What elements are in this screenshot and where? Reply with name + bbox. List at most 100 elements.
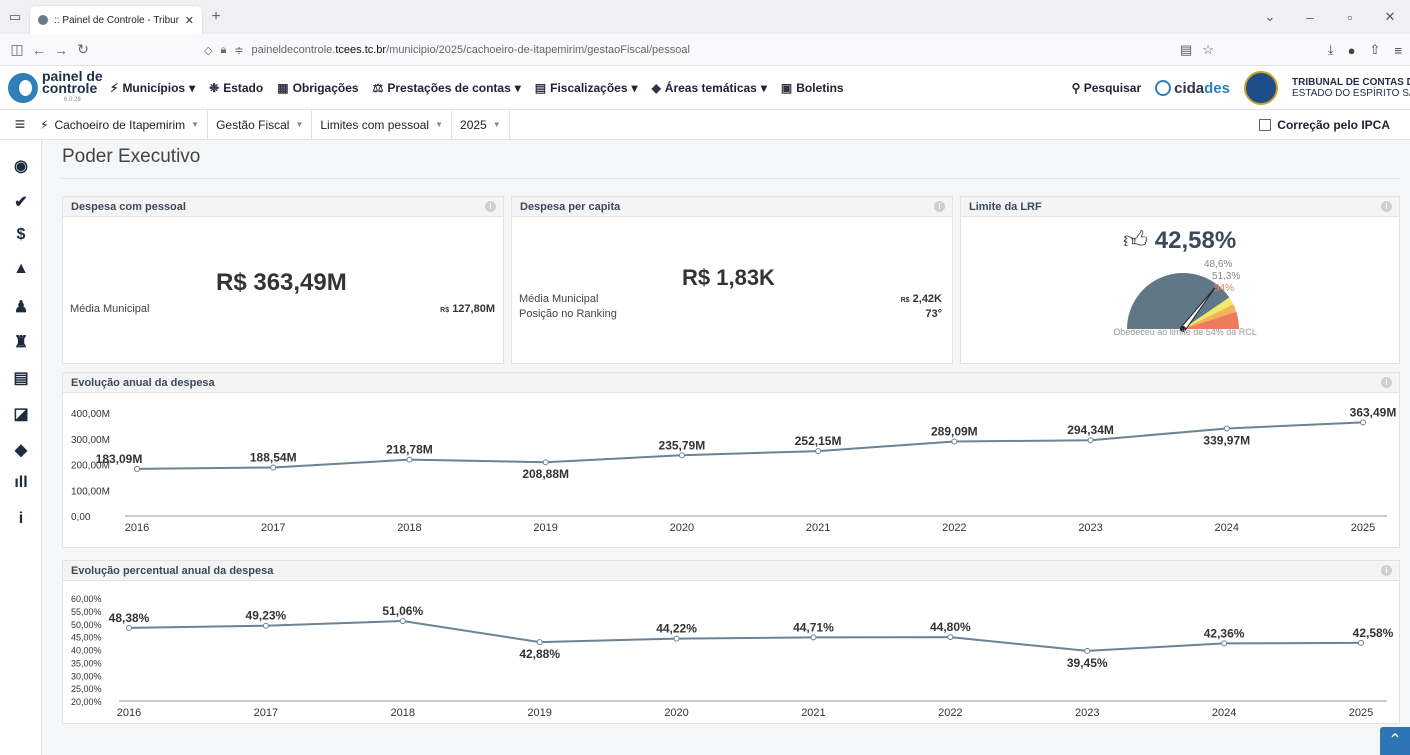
- edit-icon[interactable]: ◪: [0, 404, 42, 424]
- data-point[interactable]: [1360, 419, 1366, 426]
- filter-municipio-label: Cachoeiro de Itapemirim: [54, 117, 186, 132]
- data-point[interactable]: [815, 448, 822, 455]
- wand-icon: ⚡︎: [40, 117, 49, 132]
- share-icon[interactable]: ⇧: [1370, 42, 1381, 58]
- lrf-value-text: 42,58%: [1154, 227, 1237, 254]
- bookmark-star-icon[interactable]: ☆: [1202, 42, 1214, 58]
- data-label: 49,23%: [246, 609, 287, 623]
- data-point[interactable]: [1087, 437, 1094, 444]
- main-menu: ⚡︎ Municípios ▾ ❉ Estado ▦ Obrigações ⚖︎ Pres…: [110, 81, 844, 95]
- chevron-down-icon[interactable]: ⌄: [1250, 9, 1290, 25]
- person-icon[interactable]: ♟: [0, 297, 42, 317]
- document-icon[interactable]: ▤: [0, 368, 42, 388]
- ipca-checkbox[interactable]: [1259, 119, 1272, 131]
- back-icon[interactable]: ←: [28, 42, 50, 58]
- x-tick-label: 2016: [125, 522, 149, 534]
- menu-fiscalizacoes[interactable]: ▤ Fiscalizações ▾: [535, 81, 638, 95]
- data-point[interactable]: [126, 624, 132, 631]
- data-point[interactable]: [951, 438, 958, 445]
- filter-tema[interactable]: Limites com pessoal ▼: [312, 109, 453, 140]
- forward-icon[interactable]: →: [50, 42, 72, 58]
- x-tick-label: 2021: [806, 522, 830, 534]
- trophy-icon[interactable]: ♜: [0, 332, 42, 352]
- close-window-icon[interactable]: ✕: [1370, 9, 1410, 25]
- cidades-logo[interactable]: cida des: [1155, 80, 1230, 97]
- info-icon[interactable]: i: [1381, 201, 1392, 212]
- data-point[interactable]: [536, 639, 543, 646]
- data-point[interactable]: [399, 618, 406, 625]
- page-title: Poder Executivo: [62, 146, 201, 167]
- data-point[interactable]: [262, 622, 269, 629]
- x-tick-label: 2024: [1212, 707, 1236, 719]
- filter-municipio[interactable]: ⚡︎ Cachoeiro de Itapemirim ▼: [40, 109, 209, 140]
- close-tab-icon[interactable]: ✕: [185, 14, 194, 27]
- filter-area[interactable]: Gestão Fiscal ▼: [208, 109, 313, 140]
- downloads-icon[interactable]: ⤓: [1328, 42, 1334, 58]
- info-icon[interactable]: i: [934, 201, 945, 212]
- restore-icon[interactable]: ▫: [1330, 10, 1370, 25]
- menu-estado[interactable]: ❉ Estado: [209, 81, 263, 95]
- menu-municipios[interactable]: ⚡︎ Municípios ▾: [110, 81, 195, 95]
- ipca-toggle[interactable]: Correção pelo IPCA: [1259, 110, 1390, 140]
- data-point[interactable]: [270, 464, 277, 471]
- data-point[interactable]: [1221, 640, 1228, 647]
- lrf-gauge: 48,6%51,3%54%: [1127, 259, 1240, 332]
- eye-icon[interactable]: ◉: [0, 156, 42, 176]
- sidebar-toggle-icon[interactable]: ◫: [6, 41, 28, 58]
- hamburger-icon[interactable]: ≡: [0, 114, 40, 135]
- menu-prestacoes[interactable]: ⚖︎ Prestações de contas ▾: [373, 81, 521, 95]
- x-tick-label: 2020: [664, 707, 688, 719]
- card-per-capita: Despesa per capita i R$ 1,83K Média Munic…: [511, 196, 953, 364]
- data-label: 48,38%: [109, 611, 150, 625]
- data-label: 44,80%: [930, 620, 971, 634]
- new-tab-icon[interactable]: +: [202, 8, 230, 26]
- data-point[interactable]: [1084, 647, 1091, 654]
- data-point[interactable]: [810, 634, 817, 641]
- cidades-highlight: des: [1204, 79, 1230, 97]
- filter-ano[interactable]: 2025 ▼: [452, 109, 510, 140]
- warning-icon[interactable]: ▲: [0, 260, 42, 278]
- minimize-icon[interactable]: –: [1290, 10, 1330, 25]
- signal-icon[interactable]: ıll: [0, 474, 42, 492]
- url-bar[interactable]: ◇ 🔒︎ ≑ paineldecontrole.tcees.tc.br/muni…: [198, 37, 1218, 63]
- data-point[interactable]: [678, 452, 685, 459]
- y-tick-label: 30,00%: [71, 671, 102, 681]
- search-label: Pesquisar: [1083, 81, 1142, 95]
- menu-icon[interactable]: ≡: [1394, 43, 1402, 58]
- reload-icon[interactable]: ↻: [72, 41, 94, 58]
- dollar-icon[interactable]: $: [0, 226, 42, 244]
- info-icon[interactable]: i: [485, 201, 496, 212]
- data-point[interactable]: [406, 456, 413, 463]
- check-icon[interactable]: ✔: [0, 192, 42, 212]
- data-point[interactable]: [542, 459, 549, 466]
- gauge-threshold-label: 54%: [1214, 283, 1234, 294]
- tce-name[interactable]: TRIBUNAL DE CONTAS DO ESTADO DO ESPÍRITO…: [1292, 77, 1410, 99]
- info-icon[interactable]: i: [1381, 565, 1392, 576]
- menu-boletins[interactable]: ▣ Boletins: [781, 81, 844, 95]
- browser-tab[interactable]: :: Painel de Controle - Tribunal d ✕: [30, 6, 202, 34]
- painel-logo[interactable]: painel de controle 6.0.28: [0, 69, 110, 106]
- tab-title: :: Painel de Controle - Tribunal d: [54, 14, 179, 26]
- reader-view-icon[interactable]: ▤: [1180, 42, 1192, 58]
- scroll-top-button[interactable]: ⌃: [1380, 727, 1410, 755]
- search-link[interactable]: ⚲ Pesquisar: [1072, 81, 1142, 95]
- data-point[interactable]: [1358, 639, 1364, 646]
- data-point[interactable]: [134, 465, 140, 472]
- x-tick-label: 2019: [527, 707, 551, 719]
- data-point[interactable]: [1223, 425, 1230, 432]
- tce-seal-icon[interactable]: [1244, 71, 1278, 105]
- info-icon[interactable]: i: [0, 510, 42, 528]
- extension-icon[interactable]: ●: [1348, 43, 1356, 58]
- data-point[interactable]: [947, 634, 954, 641]
- tab-list-icon[interactable]: ▭: [0, 0, 30, 34]
- menu-obrigacoes[interactable]: ▦ Obrigações: [277, 81, 358, 95]
- filter-tema-label: Limites com pessoal: [320, 117, 430, 132]
- y-tick-label: 35,00%: [71, 658, 102, 668]
- info-icon[interactable]: i: [1381, 377, 1392, 388]
- menu-areas[interactable]: ◆ Áreas temáticas ▾: [652, 81, 767, 95]
- media-municipal-value: R$ 2,42K: [900, 293, 942, 305]
- data-point[interactable]: [673, 635, 680, 642]
- x-tick-label: 2023: [1078, 522, 1102, 534]
- cube-icon[interactable]: ◆: [0, 440, 42, 460]
- tce-line-1: TRIBUNAL DE CONTAS DO: [1292, 77, 1410, 88]
